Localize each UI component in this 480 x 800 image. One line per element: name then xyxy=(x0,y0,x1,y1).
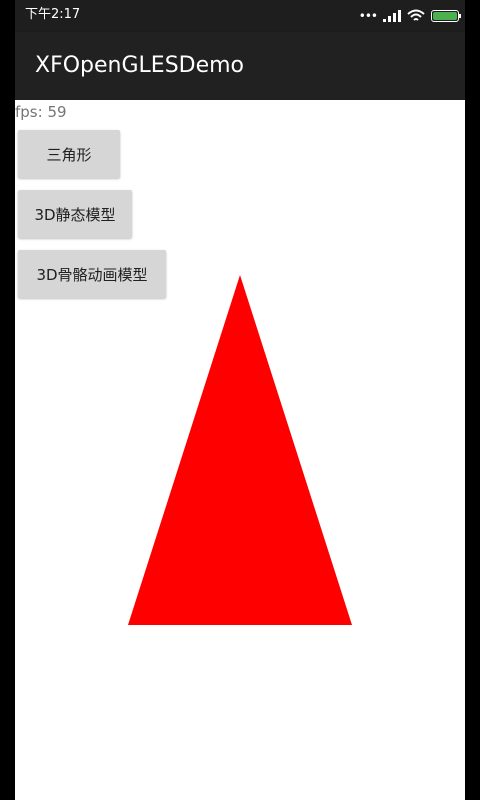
fps-label: fps: 59 xyxy=(15,103,67,121)
skeletal-animation-3d-model-button[interactable]: 3D骨骼动画模型 xyxy=(18,250,166,298)
more-dots-icon: ••• xyxy=(358,9,378,23)
signal-bars-icon xyxy=(383,10,401,22)
status-time: 下午2:17 xyxy=(25,7,81,22)
red-triangle xyxy=(128,275,352,625)
status-icons: ••• xyxy=(358,8,461,24)
wifi-icon xyxy=(407,9,425,21)
app-title: XFOpenGLESDemo xyxy=(35,53,245,78)
content-area: fps: 59 三角形 3D静态模型 3D骨骼动画模型 xyxy=(15,100,465,800)
static-3d-model-button[interactable]: 3D静态模型 xyxy=(18,190,132,238)
battery-icon xyxy=(431,10,461,22)
battery-fill xyxy=(433,12,457,20)
status-bar: 下午2:17 ••• xyxy=(15,0,465,32)
triangle-button[interactable]: 三角形 xyxy=(18,130,120,178)
action-bar: XFOpenGLESDemo xyxy=(15,32,465,100)
